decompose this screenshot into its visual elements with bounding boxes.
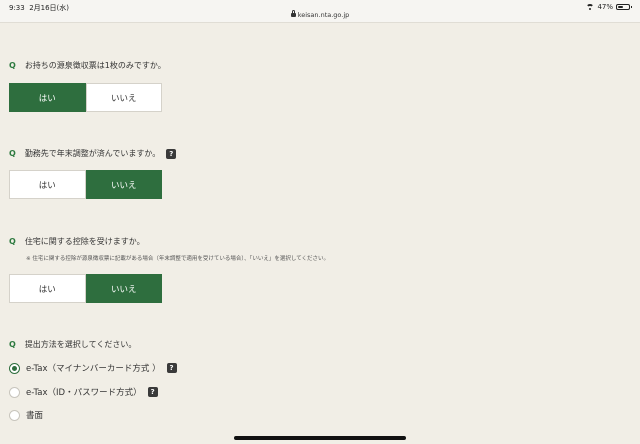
radio-button[interactable] bbox=[9, 386, 20, 398]
question-text: お持ちの源泉徴収票は1枚のみですか。 bbox=[24, 61, 166, 70]
question-text: 勤務先で年末調整が済んでいますか。 bbox=[24, 149, 161, 158]
question-housing-deduction: Q 住宅に関する控除を受けますか。 bbox=[9, 236, 145, 247]
yes-button[interactable]: はい bbox=[9, 274, 86, 303]
home-indicator[interactable] bbox=[234, 436, 406, 440]
radio-label: e-Tax（ID・パスワード方式） bbox=[26, 388, 142, 398]
address-bar[interactable]: keisan.nta.go.jp bbox=[0, 10, 640, 19]
battery-icon bbox=[616, 4, 632, 10]
help-icon[interactable]: ? bbox=[166, 148, 177, 159]
question-single-withholding: Q お持ちの源泉徴収票は1枚のみですか。 bbox=[9, 60, 166, 71]
toggle-housing-deduction: はい いいえ bbox=[9, 274, 162, 303]
yes-button[interactable]: はい bbox=[9, 83, 86, 112]
radio-option-etax-mynumber[interactable]: e-Tax（マイナンバーカード方式 ） ? bbox=[9, 362, 177, 374]
yes-button[interactable]: はい bbox=[9, 170, 86, 199]
radio-label: 書面 bbox=[26, 411, 44, 421]
lock-icon bbox=[290, 10, 296, 17]
question-year-end-adjustment: Q 勤務先で年末調整が済んでいますか。 ? bbox=[9, 148, 177, 159]
radio-label: e-Tax（マイナンバーカード方式 ） bbox=[26, 364, 161, 374]
question-submission-method: Q 提出方法を選択してください。 bbox=[9, 339, 136, 350]
help-icon[interactable]: ? bbox=[147, 387, 158, 397]
question-marker: Q bbox=[9, 340, 16, 349]
help-icon[interactable]: ? bbox=[166, 363, 177, 373]
no-button[interactable]: いいえ bbox=[85, 274, 162, 303]
radio-option-etax-id-password[interactable]: e-Tax（ID・パスワード方式） ? bbox=[9, 386, 158, 398]
radio-button[interactable] bbox=[9, 362, 20, 374]
battery-fill bbox=[618, 6, 623, 8]
question-marker: Q bbox=[9, 61, 16, 70]
question-text: 住宅に関する控除を受けますか。 bbox=[24, 237, 145, 246]
status-bar: 9:33 2月16日(水) keisan.nta.go.jp 47% bbox=[0, 0, 640, 23]
no-button[interactable]: いいえ bbox=[85, 83, 162, 112]
radio-option-paper[interactable]: 書面 bbox=[9, 409, 43, 421]
status-indicators: 47% bbox=[586, 3, 632, 11]
toggle-single-withholding: はい いいえ bbox=[9, 83, 162, 112]
battery-percent: 47% bbox=[597, 3, 613, 11]
no-button[interactable]: いいえ bbox=[85, 170, 162, 199]
radio-button[interactable] bbox=[9, 409, 20, 421]
question-marker: Q bbox=[9, 149, 16, 158]
housing-deduction-note: ※ 住宅に関する控除が源泉徴収票に記載がある場合（年末調整で適用を受けている場合… bbox=[26, 256, 330, 262]
toggle-year-end-adjustment: はい いいえ bbox=[9, 170, 162, 199]
wifi-icon bbox=[586, 4, 595, 10]
question-marker: Q bbox=[9, 237, 16, 246]
url-text: keisan.nta.go.jp bbox=[297, 11, 350, 19]
question-text: 提出方法を選択してください。 bbox=[24, 340, 137, 349]
